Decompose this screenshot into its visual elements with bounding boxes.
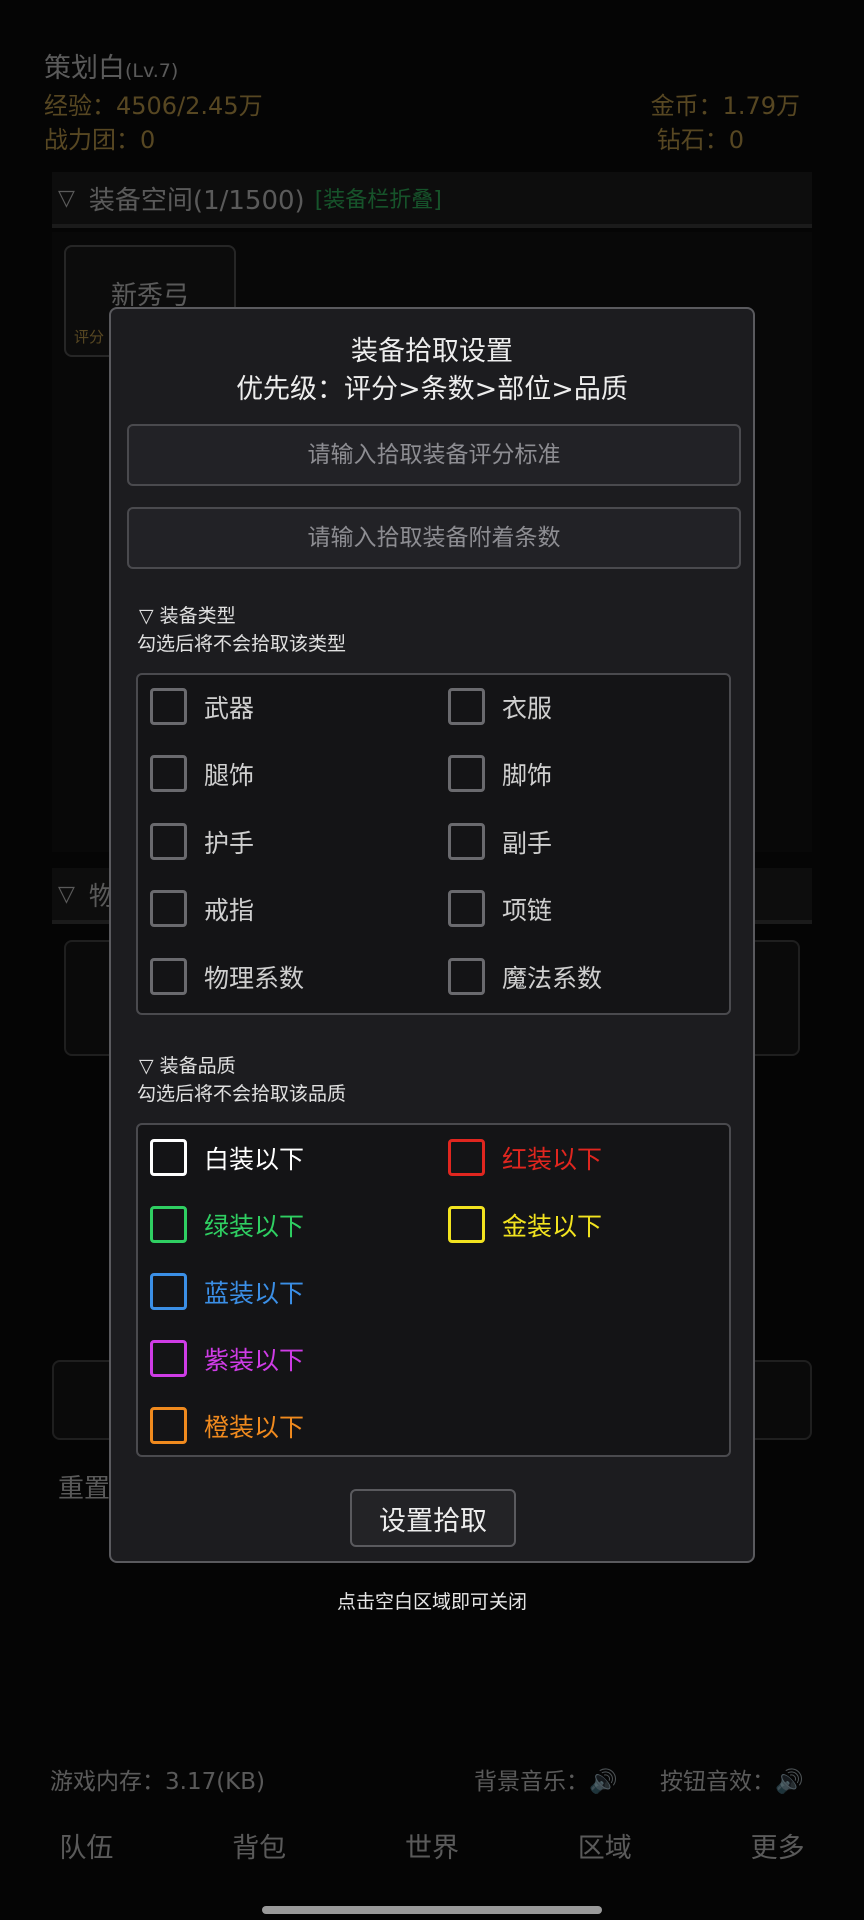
home-indicator[interactable]	[262, 1906, 602, 1914]
checkbox-box	[150, 958, 187, 995]
checkbox-orange-quality[interactable]: 橙装以下	[150, 1407, 304, 1444]
diamond-text: 钻石：0	[656, 126, 744, 154]
checkbox-box	[150, 755, 187, 792]
set-pickup-button[interactable]: 设置拾取	[350, 1489, 516, 1547]
checkbox-label: 绿装以下	[204, 1211, 305, 1241]
nav-region[interactable]: 区域	[518, 1826, 691, 1865]
checkbox-box	[448, 755, 485, 792]
bgm-label: 背景音乐：	[474, 1769, 589, 1795]
checkbox-label: 魔法系数	[502, 963, 603, 993]
player-level: (Lv.7)	[125, 60, 179, 82]
checkbox-box	[150, 823, 187, 860]
checkbox-magic-coef[interactable]: 魔法系数	[448, 958, 602, 995]
checkbox-necklace[interactable]: 项链	[448, 890, 552, 927]
quality-section-head[interactable]: ▽ 装备品质	[139, 1051, 236, 1078]
checkbox-label: 红装以下	[502, 1144, 603, 1174]
checkbox-offhand[interactable]: 副手	[448, 823, 552, 860]
reset-label[interactable]: 重置	[58, 1468, 110, 1505]
nav-backpack[interactable]: 背包	[173, 1826, 346, 1865]
nav-team[interactable]: 队伍	[0, 1826, 173, 1865]
checkbox-label: 物理系数	[204, 963, 305, 993]
player-name-text: 策划白	[44, 53, 125, 84]
checkbox-label: 副手	[502, 828, 553, 858]
checkbox-gloves[interactable]: 护手	[150, 823, 254, 860]
checkbox-foot[interactable]: 脚饰	[448, 755, 552, 792]
screen: 策划白(Lv.7) 经验：4506/2.45万 战力团：0 金币：1.79万 钻…	[0, 0, 864, 1920]
button-sound-label: 按钮音效：	[660, 1769, 775, 1795]
nav-world[interactable]: 世界	[346, 1826, 519, 1865]
equip-fold-link[interactable]: [装备栏折叠]	[315, 182, 442, 214]
collapse-triangle-icon: ▽	[58, 185, 75, 211]
checkbox-box	[448, 823, 485, 860]
dialog-title: 装备拾取设置	[351, 336, 513, 367]
count-input[interactable]	[127, 507, 741, 569]
checkbox-weapon[interactable]: 武器	[150, 688, 254, 725]
checkbox-label: 项链	[502, 895, 553, 925]
speaker-icon: 🔊	[775, 1769, 804, 1795]
checkbox-box	[448, 890, 485, 927]
checkbox-box	[150, 1407, 187, 1444]
checkbox-box	[150, 890, 187, 927]
checkbox-label: 橙装以下	[204, 1412, 305, 1442]
checkbox-box	[448, 688, 485, 725]
bottom-nav: 队伍 背包 世界 区域 更多	[0, 1826, 864, 1865]
checkbox-box	[150, 1273, 187, 1310]
checkbox-purple-quality[interactable]: 紫装以下	[150, 1340, 304, 1377]
collapse-triangle-icon: ▽	[58, 881, 75, 907]
quality-checkbox-group: 白装以下 红装以下 绿装以下 金装以下 蓝装以下 紫装以下 橙装以下	[136, 1123, 731, 1457]
checkbox-box	[448, 1206, 485, 1243]
checkbox-label: 衣服	[502, 693, 553, 723]
checkbox-box	[150, 688, 187, 725]
button-sound-toggle[interactable]: 按钮音效：🔊	[660, 1762, 804, 1796]
checkbox-label: 紫装以下	[204, 1345, 305, 1375]
checkbox-box	[448, 1139, 485, 1176]
checkbox-box	[448, 958, 485, 995]
checkbox-clothes[interactable]: 衣服	[448, 688, 552, 725]
speaker-icon: 🔊	[589, 1769, 618, 1795]
checkbox-red-quality[interactable]: 红装以下	[448, 1139, 602, 1176]
dialog-subtitle: 优先级：评分>条数>部位>品质	[236, 374, 628, 405]
checkbox-label: 金装以下	[502, 1211, 603, 1241]
bgm-toggle[interactable]: 背景音乐：🔊	[474, 1762, 618, 1796]
pickup-settings-dialog: 装备拾取设置 优先级：评分>条数>部位>品质 ▽ 装备类型 勾选后将不会拾取该类…	[109, 307, 755, 1563]
checkbox-label: 护手	[204, 828, 255, 858]
equip-item-score: 评分	[74, 328, 105, 346]
checkbox-white-quality[interactable]: 白装以下	[150, 1139, 304, 1176]
memory-text: 游戏内存：3.17(KB)	[50, 1769, 266, 1795]
equip-section-title: 装备空间(1/1500)	[88, 185, 305, 216]
checkbox-box	[150, 1340, 187, 1377]
checkbox-ring[interactable]: 戒指	[150, 890, 254, 927]
checkbox-box	[150, 1139, 187, 1176]
checkbox-label: 戒指	[204, 895, 255, 925]
close-hint: 点击空白区域即可关闭	[336, 1591, 527, 1613]
type-section-hint: 勾选后将不会拾取该类型	[137, 633, 347, 655]
type-checkbox-group: 武器 衣服 腿饰 脚饰 护手 副手 戒指 项链 物理系数 魔法系数	[136, 673, 731, 1015]
exp-text: 经验：4506/2.45万	[44, 92, 263, 120]
type-section-head[interactable]: ▽ 装备类型	[139, 601, 236, 628]
checkbox-leg[interactable]: 腿饰	[150, 755, 254, 792]
checkbox-gold-quality[interactable]: 金装以下	[448, 1206, 602, 1243]
checkbox-label: 蓝装以下	[204, 1278, 305, 1308]
quality-section-hint: 勾选后将不会拾取该品质	[137, 1083, 347, 1105]
gold-text: 金币：1.79万	[650, 92, 800, 120]
power-text: 战力团：0	[44, 126, 156, 154]
checkbox-physical-coef[interactable]: 物理系数	[150, 958, 304, 995]
checkbox-box	[150, 1206, 187, 1243]
checkbox-green-quality[interactable]: 绿装以下	[150, 1206, 304, 1243]
score-input[interactable]	[127, 424, 741, 486]
checkbox-blue-quality[interactable]: 蓝装以下	[150, 1273, 304, 1310]
checkbox-label: 腿饰	[204, 760, 255, 790]
equip-section-header[interactable]: ▽ 装备空间(1/1500) [装备栏折叠]	[52, 172, 812, 228]
nav-more[interactable]: 更多	[691, 1826, 864, 1865]
checkbox-label: 白装以下	[204, 1144, 305, 1174]
player-name: 策划白(Lv.7)	[44, 46, 178, 85]
checkbox-label: 脚饰	[502, 760, 553, 790]
checkbox-label: 武器	[204, 693, 255, 723]
